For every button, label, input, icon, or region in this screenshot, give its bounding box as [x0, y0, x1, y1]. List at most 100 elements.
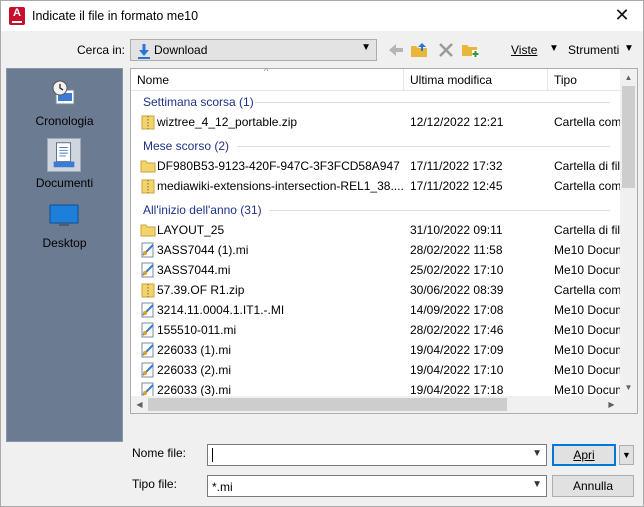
- me10-file-icon: [141, 262, 154, 278]
- place-history[interactable]: Cronologia: [7, 73, 122, 131]
- table-row[interactable]: mediawiki-extensions-intersection-REL1_3…: [131, 176, 620, 196]
- title-bar: A Indicate il file in formato me10 ✕: [1, 1, 643, 31]
- file-modified: 28/02/2022 17:46: [410, 323, 504, 337]
- group-divider: [269, 210, 610, 211]
- delete-icon[interactable]: [437, 41, 455, 59]
- look-in-value: Download: [154, 43, 208, 57]
- file-type: Me10 Document: [554, 263, 620, 277]
- file-name: 226033 (2).mi: [157, 363, 232, 377]
- tools-menu-button[interactable]: Strumenti: [568, 43, 619, 57]
- zip-folder-icon: [141, 179, 155, 194]
- place-desktop[interactable]: Desktop: [7, 193, 122, 251]
- chevron-down-icon: ▼: [622, 450, 631, 460]
- chevron-down-icon: ▼: [361, 42, 371, 53]
- group-header[interactable]: All'inizio dell'anno (31): [131, 200, 620, 220]
- look-in-combo[interactable]: Download ▼: [130, 39, 377, 61]
- chevron-down-icon[interactable]: ▼: [532, 448, 542, 459]
- me10-file-icon: [141, 242, 154, 258]
- group-header[interactable]: Mese scorso (2): [131, 136, 620, 156]
- table-row[interactable]: 155510-011.mi 28/02/2022 17:46 Me10 Docu…: [131, 320, 620, 340]
- column-modified-header[interactable]: Ultima modifica: [404, 69, 546, 91]
- folder-icon: [140, 224, 156, 237]
- scroll-up-icon[interactable]: ▲: [620, 69, 637, 86]
- file-modified: 14/09/2022 17:08: [410, 303, 504, 317]
- new-folder-icon[interactable]: [461, 41, 479, 59]
- open-button[interactable]: Apri: [552, 444, 616, 466]
- file-name: DF980B53-9123-420F-947C-3F3FCD58A947: [157, 159, 400, 173]
- file-name: 226033 (3).mi: [157, 383, 232, 397]
- group-divider: [255, 102, 610, 103]
- file-name: 3ASS7044.mi: [157, 263, 231, 277]
- place-label: Documenti: [35, 176, 94, 190]
- file-modified: 17/11/2022 12:45: [410, 179, 503, 193]
- dialog-title: Indicate il file in formato me10: [32, 9, 199, 23]
- tools-dropdown-icon[interactable]: ▼: [624, 43, 634, 54]
- place-label: Cronologia: [35, 114, 94, 128]
- file-type: Cartella di file: [554, 159, 620, 173]
- file-list[interactable]: Nome ^ Ultima modifica Tipo Settimana sc…: [130, 68, 638, 414]
- table-row[interactable]: LAYOUT_25 31/10/2022 09:11 Cartella di f…: [131, 220, 620, 240]
- scroll-right-icon[interactable]: ▶: [603, 396, 620, 413]
- filetype-combo[interactable]: *.mi ▼: [207, 475, 547, 497]
- group-title: Settimana scorsa (1): [143, 95, 254, 109]
- sort-ascending-icon: ^: [264, 68, 269, 76]
- desktop-icon: [49, 204, 79, 226]
- file-type: Me10 Document: [554, 363, 620, 377]
- place-label: Desktop: [42, 236, 87, 250]
- filename-field[interactable]: ▼: [207, 444, 547, 466]
- file-modified: 19/04/2022 17:18: [410, 383, 504, 397]
- scroll-down-icon[interactable]: ▼: [620, 379, 637, 396]
- cancel-button-label: Annulla: [572, 479, 614, 493]
- file-type: Me10 Document: [554, 383, 620, 397]
- filename-input[interactable]: [212, 446, 512, 464]
- me10-file-icon: [141, 302, 154, 318]
- table-row[interactable]: 3214.11.0004.1.IT1.-.MI 14/09/2022 17:08…: [131, 300, 620, 320]
- table-row[interactable]: 57.39.OF R1.zip 30/06/2022 08:39 Cartell…: [131, 280, 620, 300]
- table-row[interactable]: wiztree_4_12_portable.zip 12/12/2022 12:…: [131, 112, 620, 132]
- filetype-label: Tipo file:: [132, 477, 177, 491]
- up-folder-icon[interactable]: [410, 41, 428, 59]
- file-modified: 31/10/2022 09:11: [410, 223, 503, 237]
- file-name: 155510-011.mi: [157, 323, 237, 337]
- filename-label: Nome file:: [132, 446, 187, 460]
- vertical-scrollbar[interactable]: ▲ ▼: [620, 69, 637, 396]
- scrollbar-corner: [620, 396, 637, 413]
- open-options-dropdown[interactable]: ▼: [619, 445, 634, 465]
- look-in-label: Cerca in:: [77, 43, 126, 57]
- horizontal-scroll-thumb[interactable]: [148, 398, 507, 411]
- table-row[interactable]: 3ASS7044 (1).mi 28/02/2022 11:58 Me10 Do…: [131, 240, 620, 260]
- file-modified: 30/06/2022 08:39: [410, 283, 504, 297]
- group-header[interactable]: Settimana scorsa (1): [131, 92, 620, 112]
- file-type: Cartella compressa: [554, 115, 620, 129]
- text-caret: [212, 448, 213, 462]
- views-menu-button[interactable]: Viste: [511, 43, 537, 57]
- file-open-dialog: A Indicate il file in formato me10 ✕ Cer…: [0, 0, 644, 507]
- file-name: mediawiki-extensions-intersection-REL1_3…: [157, 179, 403, 193]
- file-name: 3ASS7044 (1).mi: [157, 243, 249, 257]
- file-modified: 17/11/2022 17:32: [410, 159, 503, 173]
- back-arrow-icon[interactable]: [387, 41, 405, 59]
- filetype-value: *.mi: [212, 480, 233, 494]
- folder-icon: [140, 160, 156, 173]
- views-dropdown-icon[interactable]: ▼: [549, 43, 559, 54]
- file-type: Me10 Document: [554, 323, 620, 337]
- column-type-header[interactable]: Tipo: [548, 69, 620, 91]
- file-name: 226033 (1).mi: [157, 343, 232, 357]
- file-name: LAYOUT_25: [157, 223, 225, 237]
- cancel-button[interactable]: Annulla: [552, 475, 634, 497]
- horizontal-scrollbar[interactable]: ◀ ▶: [131, 396, 620, 413]
- table-row[interactable]: DF980B53-9123-420F-947C-3F3FCD58A947 17/…: [131, 156, 620, 176]
- zip-folder-icon: [141, 283, 155, 298]
- close-button[interactable]: ✕: [601, 1, 643, 31]
- scroll-left-icon[interactable]: ◀: [131, 396, 148, 413]
- file-type: Me10 Document: [554, 303, 620, 317]
- place-documents[interactable]: Documenti: [7, 133, 122, 191]
- group-divider: [237, 146, 610, 147]
- table-row[interactable]: 3ASS7044.mi 25/02/2022 17:10 Me10 Docume…: [131, 260, 620, 280]
- table-row[interactable]: 226033 (2).mi 19/04/2022 17:10 Me10 Docu…: [131, 360, 620, 380]
- documents-icon: [47, 138, 81, 172]
- table-row[interactable]: 226033 (1).mi 19/04/2022 17:09 Me10 Docu…: [131, 340, 620, 360]
- me10-file-icon: [141, 322, 154, 338]
- vertical-scroll-thumb[interactable]: [622, 86, 635, 188]
- history-icon: [52, 80, 75, 105]
